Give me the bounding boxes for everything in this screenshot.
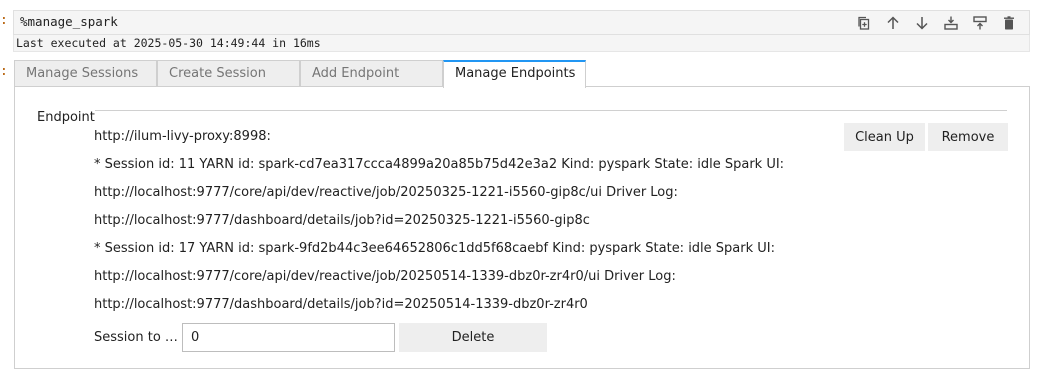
trash-icon[interactable]	[994, 14, 1023, 32]
code-editor-text[interactable]: %manage_spark	[20, 14, 118, 29]
tab-create-session[interactable]: Create Session	[157, 60, 300, 86]
session-info-line: http://localhost:9777/dashboard/details/…	[94, 297, 588, 312]
session-to-delete-label: Session to …	[94, 330, 178, 345]
cell-toolbar	[849, 14, 1023, 32]
execution-status-bar: Last executed at 2025-05-30 14:49:44 in …	[13, 35, 1030, 52]
session-to-delete-input[interactable]	[182, 323, 395, 352]
session-info-line: * Session id: 11 YARN id: spark-cd7ea317…	[94, 157, 785, 172]
remove-button[interactable]: Remove	[928, 123, 1008, 151]
tab-bar: Manage Sessions Create Session Add Endpo…	[14, 60, 586, 88]
tab-manage-sessions[interactable]: Manage Sessions	[14, 60, 157, 86]
arrow-up-icon[interactable]	[878, 14, 907, 32]
session-info-line: * Session id: 17 YARN id: spark-9fd2b44c…	[94, 241, 776, 256]
arrow-down-icon[interactable]	[907, 14, 936, 32]
manage-endpoints-panel: Endpoint http://ilum-livy-proxy:8998: * …	[14, 86, 1030, 369]
insert-below-icon[interactable]	[936, 14, 965, 32]
session-info-line: http://localhost:9777/core/api/dev/react…	[94, 269, 676, 284]
cell-prompt: :	[0, 13, 8, 28]
tab-manage-endpoints[interactable]: Manage Endpoints	[443, 60, 586, 88]
session-info-line: http://localhost:9777/core/api/dev/react…	[94, 185, 678, 200]
duplicate-icon[interactable]	[849, 14, 878, 32]
endpoint-divider	[95, 110, 1007, 111]
tab-add-endpoint[interactable]: Add Endpoint	[300, 60, 443, 86]
session-info-line: http://localhost:9777/dashboard/details/…	[94, 213, 590, 228]
clean-up-button[interactable]: Clean Up	[844, 123, 925, 151]
insert-above-icon[interactable]	[965, 14, 994, 32]
code-cell[interactable]: %manage_spark	[13, 10, 1030, 35]
endpoint-label: Endpoint	[37, 110, 95, 125]
execution-time-text: Last executed at 2025-05-30 14:49:44 in …	[16, 36, 321, 50]
endpoint-url: http://ilum-livy-proxy:8998:	[94, 129, 271, 144]
delete-button[interactable]: Delete	[399, 323, 547, 352]
output-prompt: :	[0, 64, 8, 79]
